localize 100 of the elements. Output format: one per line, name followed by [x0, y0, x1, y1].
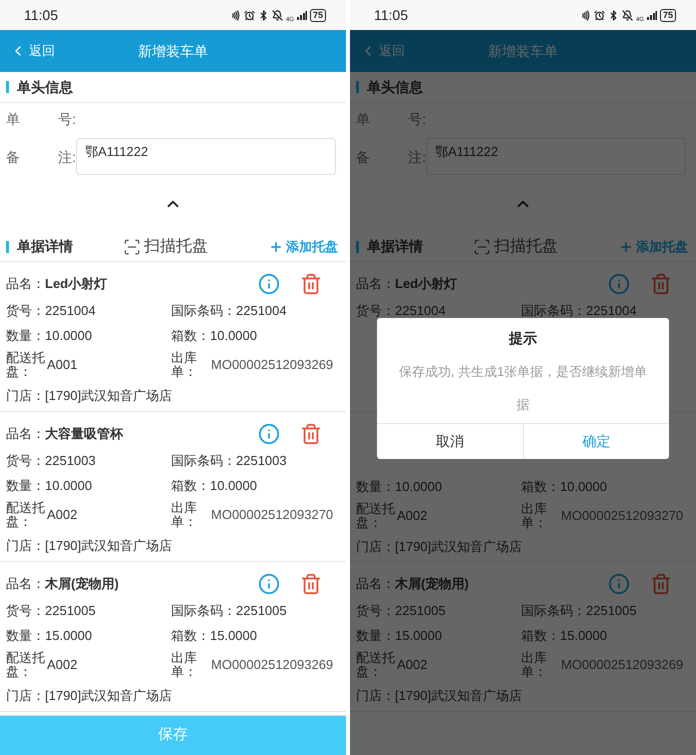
info-icon[interactable] — [608, 573, 630, 595]
field-value: 10.0000 — [395, 478, 442, 496]
field-value: [1790]武汉知音广场店 — [395, 687, 522, 706]
field-label: 出库单： — [171, 651, 198, 679]
field-value: 15.0000 — [395, 626, 442, 645]
field-value: 2251003 — [45, 452, 96, 470]
info-icon[interactable] — [258, 423, 280, 445]
field-label: 货号： — [6, 452, 45, 470]
field-label: 货号： — [6, 602, 45, 620]
signal-icon — [296, 10, 307, 20]
back-button[interactable]: 返回 — [350, 41, 405, 61]
field-value: [1790]武汉知音广场店 — [395, 538, 522, 556]
nfc-icon — [580, 10, 591, 20]
field-label: 数量： — [6, 476, 45, 495]
field-value: 10.0000 — [560, 478, 607, 496]
item-name: 大容量吸管杯 — [45, 425, 123, 444]
field-label: 货号： — [356, 302, 395, 320]
section-marker — [356, 240, 359, 252]
delete-icon[interactable] — [300, 573, 322, 595]
field-value: 2251004 — [45, 302, 96, 320]
delete-icon[interactable] — [650, 573, 672, 595]
field-label: 箱数： — [171, 626, 210, 645]
bluetooth-icon — [608, 10, 619, 20]
field-value: 10.0000 — [45, 476, 92, 495]
bell-off-icon — [272, 10, 283, 20]
field-label: 箱数： — [521, 626, 560, 645]
field-value: [1790]武汉知音广场店 — [45, 537, 172, 556]
field-label: 国际条码： — [171, 452, 236, 470]
field-value: 10.0000 — [210, 476, 257, 495]
info-icon[interactable] — [608, 273, 630, 295]
field-value: MO00002512093270 — [211, 506, 334, 524]
alarm-icon — [244, 10, 255, 20]
add-pallet-button[interactable]: 添加托盘 — [619, 236, 688, 256]
field-value: 15.0000 — [210, 626, 257, 645]
alarm-icon — [594, 10, 605, 20]
field-label: 备 — [6, 148, 21, 167]
field-label: 单 — [6, 110, 21, 128]
item-name: Led小射灯 — [45, 275, 108, 294]
field-label: 箱数： — [521, 478, 560, 496]
field-label: 出库单： — [521, 651, 548, 679]
field-label: 数量： — [6, 326, 45, 345]
field-label: 配送托盘： — [6, 651, 46, 679]
dialog-message: 保存成功, 共生成1张单据，是否继续新增单据 — [398, 363, 648, 414]
field-label: 门店： — [6, 387, 45, 406]
info-icon[interactable] — [258, 573, 280, 595]
field-label: 单 — [356, 110, 371, 128]
bell-off-icon — [622, 10, 633, 20]
scan-pallet-button[interactable]: 扫描托盘 — [473, 234, 558, 258]
field-value: [1790]武汉知音广场店 — [45, 387, 172, 406]
page-title: 新增装车单 — [488, 42, 558, 60]
field-value: MO00002512093269 — [561, 656, 684, 674]
field-label: 注: — [58, 148, 76, 167]
field-value: [1790]武汉知音广场店 — [45, 687, 172, 706]
field-value: 2251004 — [395, 302, 446, 320]
back-button[interactable]: 返回 — [0, 41, 55, 61]
field-label: 配送托盘： — [356, 651, 396, 679]
field-label: 国际条码： — [171, 302, 236, 320]
scan-icon — [473, 238, 491, 256]
field-label: 箱数： — [171, 326, 210, 345]
section-title: 单据详情 — [367, 237, 424, 256]
field-label: 门店： — [356, 538, 395, 556]
field-value: 10.0000 — [45, 326, 92, 345]
delete-icon[interactable] — [650, 273, 672, 295]
save-button[interactable]: 保存 — [0, 715, 346, 755]
field-value: 15.0000 — [45, 626, 92, 645]
delete-icon[interactable] — [300, 273, 322, 295]
cancel-button[interactable]: 取消 — [377, 424, 522, 459]
add-pallet-button[interactable]: 添加托盘 — [269, 236, 338, 256]
section-marker — [6, 81, 9, 93]
item-label: 品名： — [6, 575, 45, 594]
bluetooth-icon — [258, 10, 269, 20]
status-time: 11:05 — [24, 6, 58, 24]
field-value: A001 — [47, 356, 78, 374]
section-title: 单据详情 — [17, 237, 74, 256]
info-icon[interactable] — [258, 273, 280, 295]
status-time: 11:05 — [374, 6, 408, 24]
field-label: 数量： — [6, 626, 45, 645]
scan-pallet-button[interactable]: 扫描托盘 — [123, 234, 208, 258]
section-marker — [356, 81, 359, 93]
field-label: 配送托盘： — [6, 351, 46, 379]
remark-field[interactable]: 鄂A111222 — [426, 138, 686, 175]
remark-field[interactable]: 鄂A111222 — [76, 138, 336, 175]
field-value: A002 — [397, 507, 428, 526]
section-title: 单头信息 — [367, 78, 423, 96]
field-label: 数量： — [356, 626, 395, 645]
field-label: 号: — [408, 110, 426, 128]
nfc-icon — [230, 10, 241, 20]
scan-icon — [123, 238, 141, 256]
confirm-button[interactable]: 确定 — [522, 424, 669, 459]
field-value: A002 — [397, 656, 428, 674]
section-marker — [6, 240, 9, 252]
delete-icon[interactable] — [300, 423, 322, 445]
field-label: 出库单： — [521, 502, 548, 530]
dialog-title: 提示 — [508, 329, 538, 348]
field-value: 10.0000 — [210, 326, 257, 345]
item-label: 品名： — [6, 275, 45, 294]
field-label: 备 — [356, 148, 371, 167]
field-label: 门店： — [356, 687, 395, 706]
plus-icon — [269, 240, 283, 254]
field-label: 门店： — [6, 537, 45, 556]
